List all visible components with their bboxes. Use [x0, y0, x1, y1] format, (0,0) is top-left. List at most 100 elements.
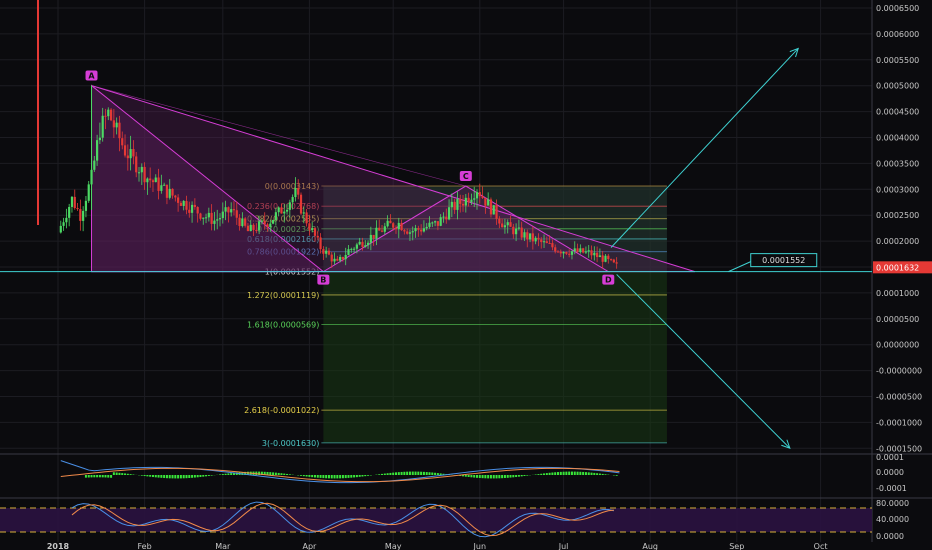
candle-body — [325, 250, 328, 254]
candle-body — [269, 223, 272, 227]
candle-body — [121, 138, 124, 146]
candle-body — [65, 217, 68, 223]
candle-body — [392, 223, 395, 228]
candle-body — [188, 209, 191, 213]
candle-body — [73, 196, 76, 209]
candle-body — [104, 115, 107, 117]
candle-body — [417, 228, 420, 230]
candle-body — [163, 184, 166, 186]
candle-body — [333, 258, 336, 262]
candle-body — [82, 210, 85, 221]
price-tick-label: 0.0002000 — [876, 237, 919, 246]
candle-body — [400, 222, 403, 231]
pattern-point-b: B — [317, 274, 330, 285]
candle-body — [93, 160, 96, 170]
fib-label: 3(-0.0001630) — [262, 439, 319, 448]
candle-body — [221, 211, 224, 219]
candle-body — [411, 231, 414, 233]
candle-body — [271, 220, 275, 224]
candle-body — [213, 220, 216, 224]
candle-body — [76, 208, 79, 210]
candle-body — [177, 197, 180, 203]
fib-label: 1.618(0.0000569) — [247, 321, 319, 330]
current-price-tag: 0.0001632 — [873, 261, 932, 274]
candle-body — [126, 155, 129, 159]
time-tick-label: Feb — [138, 542, 152, 550]
candle-body — [445, 216, 448, 220]
candle-body — [526, 232, 529, 240]
candle-body — [573, 248, 576, 252]
candle-body — [327, 250, 331, 255]
candle-body — [386, 220, 389, 227]
candle-body — [406, 231, 409, 234]
candle-body — [403, 230, 406, 232]
candle-body — [96, 140, 99, 161]
candle-body — [207, 212, 210, 218]
pattern-point-label: A — [88, 72, 95, 81]
price-tick-label: -0.0000500 — [876, 393, 922, 402]
candle-body — [302, 212, 305, 214]
candle-body — [143, 166, 146, 183]
candle-body — [294, 188, 297, 198]
candle-body — [584, 251, 588, 253]
candle-body — [137, 172, 141, 174]
candle-body — [364, 245, 367, 247]
candle-body — [528, 233, 532, 240]
candle-body — [238, 217, 241, 227]
candle-body — [350, 248, 353, 250]
candle-body — [70, 196, 74, 207]
candle-body — [609, 259, 613, 261]
candle-body — [484, 197, 487, 206]
candle-body — [517, 227, 520, 229]
candle-body — [235, 210, 238, 218]
candle-body — [568, 253, 571, 255]
pattern-point-label: C — [463, 172, 469, 181]
candle-body — [361, 241, 364, 247]
candle-body — [576, 248, 579, 252]
candle-body — [79, 209, 82, 221]
candle-body — [297, 188, 300, 195]
candle-body — [442, 216, 445, 218]
candle-body — [590, 250, 593, 256]
candle-body — [249, 224, 252, 232]
price-tick-label: -0.0001500 — [876, 444, 922, 453]
candle-body — [596, 252, 599, 258]
pattern-point-c: C — [459, 171, 472, 182]
candle-body — [258, 221, 261, 231]
candle-body — [579, 248, 582, 252]
candle-body — [230, 209, 233, 213]
time-tick-label: Aug — [642, 542, 658, 550]
candle-body — [601, 255, 604, 262]
candle-body — [467, 197, 470, 203]
price-tick-label: 0.0006500 — [876, 4, 919, 13]
candle-body — [593, 252, 596, 256]
candle-body — [299, 194, 303, 214]
price-tick-label: 0.0006000 — [876, 30, 919, 39]
candle-body — [439, 217, 442, 226]
stochastic-tick-label: 80.0000 — [876, 499, 909, 508]
candle-body — [199, 213, 202, 219]
candle-body — [542, 241, 546, 243]
macd-tick-label: -0.0001 — [876, 484, 907, 493]
candle-body — [322, 249, 325, 254]
price-tick-label: 0.0000000 — [876, 341, 919, 350]
candle-body — [190, 204, 194, 213]
candle-body — [456, 198, 459, 210]
candle-body — [132, 149, 135, 157]
candle-body — [118, 122, 121, 139]
candle-body — [339, 256, 342, 261]
candle-body — [140, 166, 143, 173]
stochastic-band — [0, 508, 872, 532]
candle-body — [179, 202, 183, 206]
time-tick-label: Jul — [558, 542, 569, 550]
candle-body — [369, 234, 372, 243]
candle-body — [227, 207, 230, 213]
price-tick-label: 0.0005000 — [876, 82, 919, 91]
candle-body — [98, 137, 101, 141]
candle-body — [123, 145, 127, 156]
candle-body — [498, 218, 501, 224]
time-tick-label: Apr — [302, 542, 317, 550]
candle-body — [450, 201, 453, 208]
candle-body — [344, 254, 347, 260]
candle-body — [352, 248, 356, 250]
